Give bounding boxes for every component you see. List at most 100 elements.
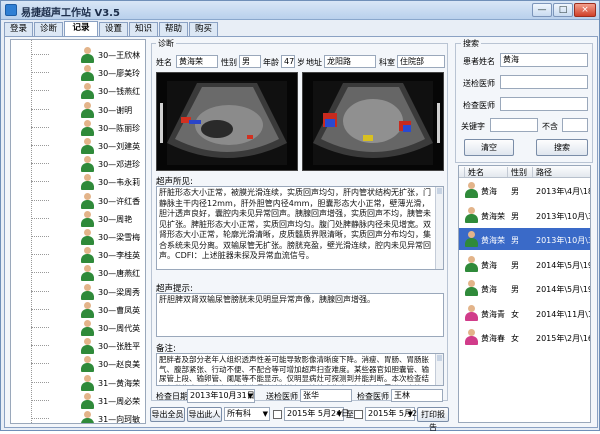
result-row[interactable]: 黄海 男 2013年\4月\18 — [459, 179, 590, 201]
sex-field[interactable]: 男 — [239, 55, 261, 68]
remarks-scrollbar[interactable] — [435, 354, 443, 385]
dropdown-arrow-icon: ▼ — [336, 410, 342, 418]
result-row[interactable]: 黄海 男 2014年\5月\19 — [459, 277, 591, 299]
patient-avatar-icon — [81, 83, 94, 100]
age-unit: 岁 — [297, 58, 305, 67]
tree-branch — [31, 54, 49, 55]
patient-list-label: 31—向珂敏 — [98, 415, 141, 424]
search-button[interactable]: 搜索 — [536, 139, 588, 156]
avatar-head — [468, 329, 475, 336]
result-row[interactable]: 黄海青女 2014年\11月\1 — [459, 302, 591, 324]
tab-help[interactable]: 帮助 — [159, 22, 188, 36]
search-results-table[interactable]: 姓名 性别 路径 黄海男 2013年\4月\18 黄海荣男 2013年\10月\3 黄海… — [458, 165, 591, 423]
patient-list-label: 31—黄海荣 — [98, 378, 141, 388]
patient-avatar-icon — [465, 304, 478, 321]
tab-diagnosis[interactable]: 诊断 — [34, 22, 63, 36]
patient-avatar-icon — [81, 301, 94, 318]
avatar-head — [84, 119, 91, 127]
address-field[interactable]: 龙阳路 — [324, 55, 376, 68]
patient-list-label: 30—陈丽珍 — [98, 123, 141, 133]
print-report-button[interactable]: 打印报告 — [417, 407, 449, 432]
result-row[interactable]: 黄海春女 2015年\2月\16 — [459, 326, 590, 348]
exam-date-picker[interactable]: 2013年10月31日 ▼ — [187, 389, 255, 403]
exam-date-value: 2013年10月31日 — [190, 391, 255, 400]
tree-branch — [31, 236, 49, 237]
dropdown-arrow-icon: ▼ — [407, 410, 413, 418]
result-cell-path: 2014年\11月\1 — [536, 309, 591, 319]
dept-field[interactable]: 住院部 — [397, 55, 445, 68]
remarks-textarea[interactable]: 肥胖者及部分老年人组织透声性差可能导致影像清晰度下降。消瘦、胃肠、胃肠胀气、腹部… — [156, 353, 444, 386]
maximize-button[interactable]: □ — [553, 3, 573, 17]
avatar-head — [84, 210, 91, 218]
patient-tree-list[interactable]: 30—王欣林 30—廖美玲 30—钱燕红 30—谢明 30—陈丽珍 30—刘建英 30—邓进… — [10, 39, 146, 424]
avatar-head — [468, 255, 475, 263]
to-label: 至 — [346, 410, 354, 419]
tree-branch — [31, 363, 49, 365]
keyword-input[interactable] — [490, 118, 538, 132]
tree-branch — [31, 199, 49, 201]
col-header-sex[interactable]: 性别 — [508, 167, 533, 177]
diagnosis-groupbox: 姓名 黄海荣 性别 男 年龄 47 岁 地址 龙阳路 科室 住院部 超声所见: … — [151, 43, 448, 403]
avatar-head — [84, 101, 91, 109]
dropdown-arrow-icon: ▼ — [262, 410, 268, 418]
tab-settings[interactable]: 设置 — [99, 22, 128, 36]
col-header-name[interactable]: 姓名 — [465, 167, 508, 177]
ultrasound-image-right[interactable] — [302, 72, 444, 171]
title-bar[interactable]: 易捷超声工作站 V3.5 — □ × — [1, 1, 599, 20]
avatar-head — [468, 280, 475, 287]
tree-branch — [31, 163, 49, 165]
close-button[interactable]: × — [574, 3, 596, 17]
clear-button[interactable]: 清空 — [464, 139, 514, 156]
result-cell-sex: 男 — [511, 236, 519, 245]
result-cell-path: 2013年\10月\3 — [536, 211, 591, 221]
tab-records[interactable]: 记录 — [64, 21, 98, 37]
findings-scrollbar[interactable] — [435, 187, 443, 269]
tab-knowledge[interactable]: 知识 — [129, 22, 158, 36]
search-panel: 患者姓名 黄海 送检医师 检查医师 关键字 不含 清空 搜索 搜索 姓名 性别 — [453, 37, 595, 427]
examiner-field[interactable]: 王林 — [391, 389, 443, 402]
date-to-checkbox[interactable] — [354, 410, 363, 419]
name-field[interactable]: 黄海荣 — [176, 55, 218, 68]
avatar-head — [84, 338, 91, 346]
patient-avatar-icon — [465, 231, 478, 247]
patient-name-input[interactable]: 黄海 — [500, 53, 588, 67]
findings-textarea[interactable]: 肝脏形态大小正常，被膜光滑连续，实质回声均匀，肝内管状结构无扩张，门静脉主干内径… — [156, 186, 444, 270]
tab-purchase[interactable]: 购买 — [189, 22, 218, 36]
date-from-picker[interactable]: 2015年 5月24日 ▼ — [284, 407, 349, 421]
examiner-input[interactable] — [500, 97, 588, 111]
remarks-text: 肥胖者及部分老年人组织透声性差可能导致影像清晰度下降。消瘦、胃肠、胃肠胀气、腹部… — [159, 355, 429, 385]
result-cell-path: 2014年\5月\19 — [536, 285, 591, 294]
minimize-button[interactable]: — — [532, 3, 552, 17]
patient-list-item[interactable]: 31—向珂敏 — [11, 408, 145, 424]
patient-list-label: 30—刘建英 — [98, 142, 141, 151]
result-cell-sex: 女 — [511, 309, 519, 319]
patient-list-label: 30—曹凤英 — [98, 305, 141, 315]
result-row[interactable]: 黄海 男 2014年\5月\19 — [459, 253, 591, 275]
exclude-input[interactable] — [562, 118, 588, 132]
ultrasound-image-left[interactable] — [156, 72, 298, 171]
avatar-head — [84, 83, 91, 91]
impression-textarea[interactable]: 肝胆脾双肾双输尿管膀胱未见明显异常声像，胰腺回声增强。 — [156, 293, 444, 337]
dept-select[interactable]: 所有科 ▼ — [224, 407, 270, 421]
patient-avatar-icon — [465, 255, 478, 272]
date-from-checkbox[interactable] — [273, 410, 282, 419]
age-label: 年龄 — [263, 58, 279, 67]
sender-field[interactable]: 张华 — [300, 389, 352, 402]
result-row[interactable]: 黄海荣男 2013年\10月\3 — [459, 204, 591, 226]
result-cell-path: 2014年\5月\19 — [536, 260, 591, 270]
export-all-button[interactable]: 导出全员 — [150, 407, 185, 422]
date-to-picker[interactable]: 2015年 5月24日 ▼ — [365, 407, 430, 421]
tab-login[interactable]: 登录 — [4, 22, 33, 36]
avatar-body — [465, 189, 478, 198]
patient-avatar-icon — [81, 101, 94, 118]
tree-branch — [31, 254, 49, 256]
export-one-button[interactable]: 导出此人 — [187, 407, 222, 422]
result-row[interactable]: 黄海荣男 2013年\10月\3 — [459, 228, 590, 250]
avatar-head — [468, 231, 475, 238]
avatar-head — [468, 206, 475, 214]
age-field[interactable]: 47 — [281, 55, 295, 68]
col-header-path[interactable]: 路径 — [533, 167, 590, 177]
dept-label: 科室 — [379, 58, 395, 67]
sender-input[interactable] — [500, 75, 588, 89]
avatar-head — [84, 138, 91, 145]
